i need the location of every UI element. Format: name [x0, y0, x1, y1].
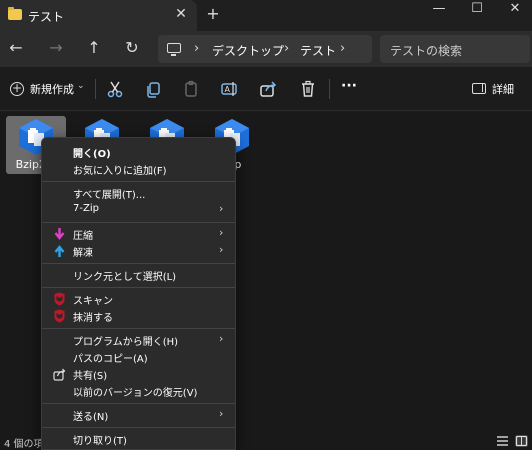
delete-icon[interactable] — [297, 78, 319, 100]
menu-separator — [42, 427, 235, 428]
menu-item-label: リンク元として選択(L) — [73, 272, 177, 283]
menu-item-label: 開く(O) — [73, 149, 111, 160]
menu-item-label: 共有(S) — [73, 371, 108, 382]
new-button[interactable]: + 新規作成 ⌄ — [6, 76, 88, 102]
menu-item-extract[interactable]: 解凍 › — [46, 242, 231, 260]
large-icons-view-icon[interactable] — [515, 435, 528, 447]
item-count: 4 個の項 — [4, 439, 44, 450]
search-placeholder: テストの検索 — [390, 44, 463, 58]
menu-item-label: パスのコピー(A) — [73, 354, 148, 365]
search-input[interactable]: テストの検索 — [380, 35, 530, 63]
details-pane-icon — [472, 83, 486, 94]
breadcrumb-separator: › — [284, 41, 290, 56]
new-tab-button[interactable]: + — [204, 5, 222, 23]
rename-icon[interactable]: A — [218, 78, 240, 100]
divider — [95, 79, 96, 99]
breadcrumb-test[interactable]: テスト — [300, 42, 336, 59]
menu-item-label: 抹消する — [73, 313, 113, 324]
chevron-right-icon: › — [219, 407, 224, 420]
extract-arrow-icon — [54, 245, 65, 257]
cut-icon[interactable] — [104, 78, 126, 100]
menu-item-compress[interactable]: 圧縮 › — [46, 225, 231, 243]
chevron-down-icon: ⌄ — [77, 81, 85, 91]
menu-item-label: スキャン — [73, 296, 113, 307]
plus-icon: + — [10, 81, 24, 96]
menu-item-scan[interactable]: スキャン — [46, 290, 231, 308]
share-icon[interactable] — [257, 78, 279, 100]
menu-item-label: 解凍 — [73, 248, 93, 259]
menu-item-7zip[interactable]: 7-Zip › — [46, 201, 231, 219]
minimize-button[interactable]: — — [421, 0, 457, 22]
computer-icon — [167, 43, 181, 56]
breadcrumb-separator: › — [340, 41, 346, 56]
menu-item-share[interactable]: 共有(S) — [46, 365, 231, 383]
menu-item-copy-path[interactable]: パスのコピー(A) — [46, 348, 231, 366]
menu-item-label: 圧縮 — [73, 231, 93, 242]
share-icon — [53, 368, 66, 381]
menu-item-label: 送る(N) — [73, 412, 109, 423]
details-label: 詳細 — [492, 83, 514, 96]
menu-item-label: プログラムから開く(H) — [73, 337, 179, 348]
menu-separator — [42, 263, 235, 264]
command-bar: + 新規作成 ⌄ A ··· 詳細 — [0, 67, 532, 111]
menu-item-shred[interactable]: 抹消する — [46, 307, 231, 325]
menu-item-label: 切り取り(T) — [73, 436, 127, 447]
breadcrumb-desktop[interactable]: デスクトップ — [212, 42, 284, 59]
mcafee-shield-icon — [54, 309, 65, 323]
new-label: 新規作成 — [30, 83, 74, 96]
tab-title: テスト — [28, 10, 65, 24]
menu-item-cut[interactable]: 切り取り(T) — [46, 430, 231, 448]
menu-item-label: 7-Zip — [73, 203, 99, 214]
navigation-bar: ← → ↑ ↻ › デスクトップ › テスト › テストの検索 — [0, 31, 532, 67]
up-button[interactable]: ↑ — [84, 38, 104, 58]
forward-button[interactable]: → — [46, 38, 66, 58]
paste-icon[interactable] — [180, 78, 202, 100]
compress-arrow-icon — [54, 228, 65, 240]
details-pane-button[interactable]: 詳細 — [466, 78, 526, 100]
menu-item-label: 以前のバージョンの復元(V) — [73, 388, 198, 399]
title-bar: テスト ✕ + — ☐ ✕ — [0, 0, 532, 31]
menu-item-open-with[interactable]: プログラムから開く(H) › — [46, 331, 231, 349]
chevron-right-icon: › — [219, 202, 224, 215]
tab-close-icon[interactable]: ✕ — [172, 5, 190, 23]
more-options-icon[interactable]: ··· — [338, 78, 360, 100]
chevron-right-icon: › — [219, 243, 224, 256]
divider — [329, 79, 330, 99]
copy-icon[interactable] — [142, 78, 164, 100]
menu-separator — [42, 403, 235, 404]
menu-item-label: お気に入りに追加(F) — [73, 166, 167, 177]
back-button[interactable]: ← — [6, 38, 26, 58]
menu-item-add-favorite[interactable]: お気に入りに追加(F) — [46, 160, 231, 178]
menu-separator — [42, 222, 235, 223]
menu-item-label: すべて展開(T)... — [73, 190, 146, 201]
svg-text:A: A — [225, 85, 231, 94]
chevron-right-icon: › — [219, 226, 224, 239]
menu-separator — [42, 287, 235, 288]
menu-item-open[interactable]: 開く(O) — [46, 143, 231, 161]
chevron-right-icon: › — [219, 332, 224, 345]
mcafee-shield-icon — [54, 292, 65, 306]
folder-icon — [8, 7, 22, 20]
menu-separator — [42, 328, 235, 329]
menu-item-restore-previous[interactable]: 以前のバージョンの復元(V) — [46, 382, 231, 400]
context-menu: 開く(O) お気に入りに追加(F) すべて展開(T)... 7-Zip › 圧縮… — [41, 137, 236, 450]
refresh-button[interactable]: ↻ — [122, 38, 142, 58]
tab-test[interactable]: テスト ✕ — [0, 0, 197, 31]
details-view-icon[interactable] — [496, 435, 509, 447]
menu-item-pick-link-source[interactable]: リンク元として選択(L) — [46, 266, 231, 284]
menu-item-extract-all[interactable]: すべて展開(T)... — [46, 184, 231, 202]
menu-separator — [42, 181, 235, 182]
menu-item-send-to[interactable]: 送る(N) › — [46, 406, 231, 424]
maximize-button[interactable]: ☐ — [459, 0, 495, 22]
address-bar[interactable]: › デスクトップ › テスト › — [158, 35, 372, 63]
close-window-button[interactable]: ✕ — [497, 0, 532, 22]
breadcrumb-separator: › — [194, 41, 200, 56]
